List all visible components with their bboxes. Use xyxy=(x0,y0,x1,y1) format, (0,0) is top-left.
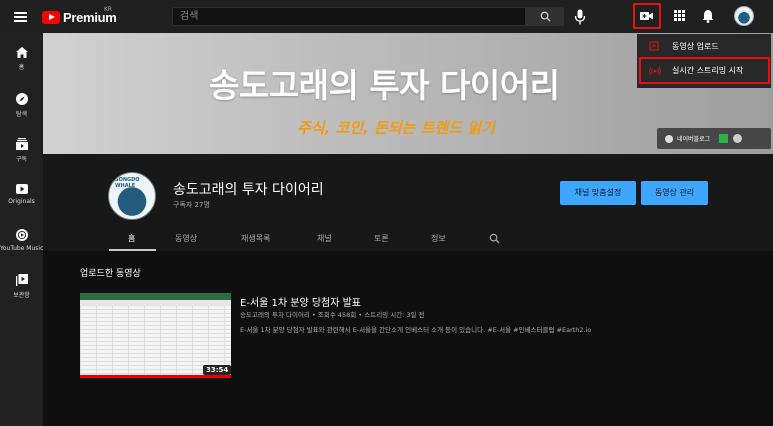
sidebar-item-youtube-music[interactable]: YouTube Music xyxy=(0,229,43,252)
top-bar: Premium KR 검색 xyxy=(0,0,773,33)
video-meta: 송도고래의 투자 다이어리 • 조회수 458회 • 스트리밍 시간: 3일 전 xyxy=(240,311,425,319)
sidebar-item-explore[interactable]: 탐색 xyxy=(0,93,43,118)
sidebar-item-label: 탐색 xyxy=(15,111,28,118)
sidebar-item-label: YouTube Music xyxy=(0,245,44,252)
create-menu: 동영상 업로드 실시간 스트리밍 시작 xyxy=(637,34,771,88)
thumbnail-window-bar xyxy=(80,293,231,300)
go-live-menu-item[interactable]: 실시간 스트리밍 시작 xyxy=(639,57,770,84)
channel-search-icon[interactable] xyxy=(489,233,500,244)
sidebar-item-home[interactable]: 홈 xyxy=(0,47,43,71)
library-icon xyxy=(15,274,28,286)
originals-icon xyxy=(15,184,28,194)
video-description: E-서울 1차 분양 당첨자 발표와 관련해서 E-서울을 간단소개 인베스터 … xyxy=(240,326,592,334)
video-camera-plus-icon xyxy=(640,12,653,20)
go-live-label: 실시간 스트리밍 시작 xyxy=(672,66,744,75)
customize-channel-button[interactable]: 채널 맞춤설정 xyxy=(560,181,636,205)
upload-video-menu-item[interactable]: 동영상 업로드 xyxy=(637,34,771,58)
upload-video-label: 동영상 업로드 xyxy=(672,41,719,51)
tab-community[interactable]: 토론 xyxy=(374,233,389,244)
tab-playlists[interactable]: 재생목록 xyxy=(241,233,270,244)
microphone-icon[interactable] xyxy=(574,9,586,25)
search-button[interactable] xyxy=(526,7,564,26)
notifications-bell-icon[interactable] xyxy=(702,9,714,23)
create-video-button[interactable] xyxy=(633,3,661,29)
tab-about[interactable]: 정보 xyxy=(431,233,446,244)
subscriber-count: 구독자 27명 xyxy=(173,201,210,209)
channel-header: SONGDO WHALE 송도고래의 투자 다이어리 구독자 27명 채널 맞춤… xyxy=(43,154,773,251)
channel-avatar[interactable]: SONGDO WHALE xyxy=(108,172,156,220)
sidebar-item-label: 보관함 xyxy=(13,292,30,299)
apps-grid-icon[interactable] xyxy=(674,10,685,21)
banner-title: 송도고래의 투자 다이어리 xyxy=(209,66,560,105)
account-avatar[interactable] xyxy=(734,6,754,26)
blog-link[interactable]: 네이버블로그 xyxy=(677,134,710,143)
tab-channels[interactable]: 채널 xyxy=(317,233,332,244)
tab-videos[interactable]: 동영상 xyxy=(175,233,197,244)
channel-content: 업로드한 동영상 33:54 E-서울 1차 분양 당첨자 발표 송도고래의 투… xyxy=(43,251,773,426)
sidebar-item-originals[interactable]: Originals xyxy=(0,184,43,205)
explore-icon xyxy=(15,93,28,105)
youtube-play-icon xyxy=(42,10,60,24)
search-icon xyxy=(540,11,551,22)
banner-subtitle: 주식, 코인, 돈되는 트렌드 읽기 xyxy=(297,119,495,137)
upload-icon xyxy=(649,41,659,51)
home-icon xyxy=(15,47,28,58)
search-input[interactable]: 검색 xyxy=(172,7,526,26)
channel-avatar-text: SONGDO WHALE xyxy=(115,177,140,189)
sidebar-item-label: 구독 xyxy=(15,156,28,163)
live-broadcast-icon xyxy=(649,66,661,75)
tab-home[interactable]: 홈 xyxy=(128,233,135,244)
menu-icon[interactable] xyxy=(14,12,27,22)
download-link-icon[interactable] xyxy=(719,134,729,143)
sidebar-item-subscriptions[interactable]: 구독 xyxy=(0,138,43,163)
manage-videos-button[interactable]: 동영상 관리 xyxy=(641,181,708,205)
section-title: 업로드한 동영상 xyxy=(80,269,141,279)
watch-progress-bar xyxy=(80,375,231,378)
sidebar-item-label: 홈 xyxy=(18,64,25,71)
logo-region: KR xyxy=(104,6,113,13)
sidebar: 홈 탐색 구독 Originals YouTube Music 보관함 xyxy=(0,33,43,426)
channel-name: 송도고래의 투자 다이어리 xyxy=(173,182,324,198)
banner-links: 네이버블로그 xyxy=(657,128,771,149)
subscriptions-icon xyxy=(15,138,28,150)
music-icon xyxy=(15,229,28,241)
video-title[interactable]: E-서울 1차 분양 당첨자 발표 xyxy=(240,294,361,309)
blog-link-icon[interactable] xyxy=(665,134,673,143)
video-duration: 33:54 xyxy=(203,365,232,375)
globe-link-icon[interactable] xyxy=(733,134,743,143)
sidebar-item-library[interactable]: 보관함 xyxy=(0,274,43,299)
sidebar-item-label: Originals xyxy=(8,198,35,205)
